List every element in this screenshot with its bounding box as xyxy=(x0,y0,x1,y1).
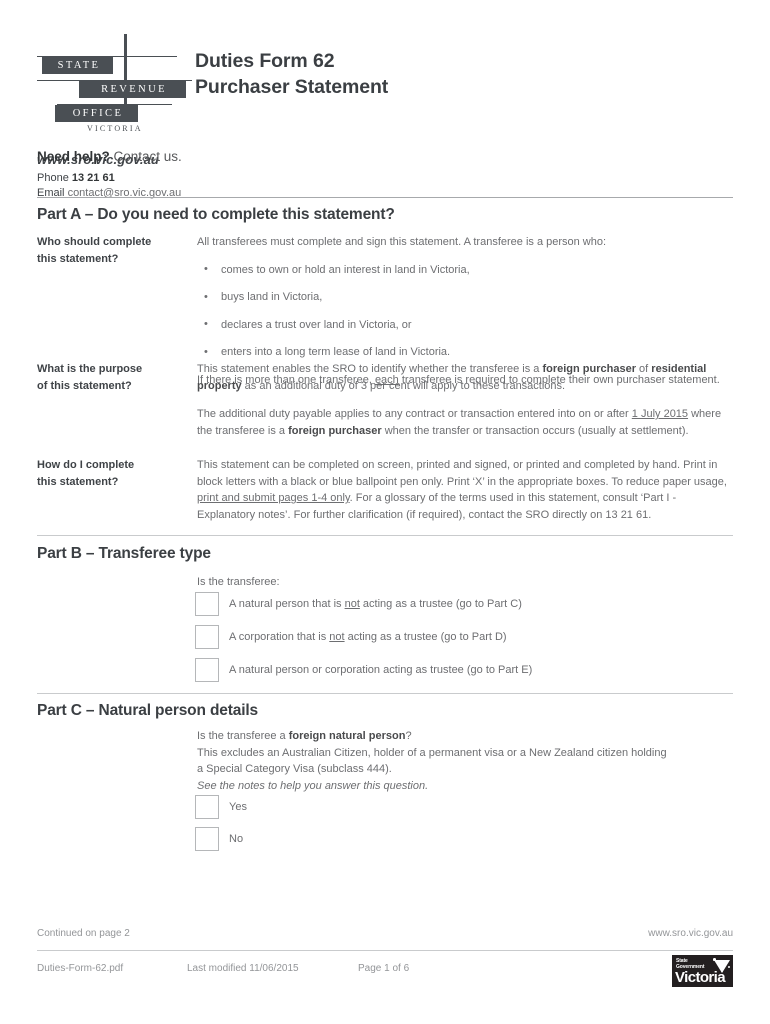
list-item: buys land in Victoria, xyxy=(197,289,733,306)
part-a-row-3-body: This statement can be completed on scree… xyxy=(197,457,733,523)
part-c-question-block: Is the transferee a foreign natural pers… xyxy=(197,728,733,794)
page-title-line-1: Duties Form 62 xyxy=(195,50,335,72)
victoria-logo-chevron xyxy=(714,960,730,973)
opt1-post: acting as a trustee (go to Part C) xyxy=(359,598,522,610)
part-b-option-1[interactable]: A natural person that is not acting as a… xyxy=(195,592,735,618)
part-a-row-2-body: This statement enables the SRO to identi… xyxy=(197,361,733,439)
divider-above-part-b xyxy=(37,535,733,536)
document-page: STATE REVENUE OFFICE VICTORIA www.sro.vi… xyxy=(0,0,770,1024)
divider-above-part-a xyxy=(37,197,733,198)
logo-word-office: OFFICE xyxy=(55,105,138,122)
footer-website[interactable]: www.sro.vic.gov.au xyxy=(0,928,733,939)
list-item: comes to own or hold an interest in land… xyxy=(197,261,733,279)
list-item: enters into a long term lease of land in… xyxy=(197,344,733,361)
logo-word-revenue: REVENUE xyxy=(79,81,186,98)
howto-a: This statement can be completed on scree… xyxy=(197,459,727,488)
need-help-heading: Need help? Contact us. xyxy=(37,148,437,166)
divider-above-part-c xyxy=(37,693,733,694)
howto-b: print and submit pages 1-4 only xyxy=(197,492,350,504)
checkbox-foreign-natural-person-yes[interactable] xyxy=(195,795,219,819)
part-c-option-yes-label: Yes xyxy=(229,801,247,813)
footer-divider xyxy=(37,950,733,951)
footer-page-number: Page 1 of 6 xyxy=(358,963,410,974)
part-a-transferee-bullet-list: comes to own or hold an interest in land… xyxy=(197,261,733,361)
pc-q-pre: Is the transferee a xyxy=(197,730,289,742)
part-a-purpose-paragraph-1: This statement enables the SRO to identi… xyxy=(197,361,733,394)
part-a-intro-text: All transferees must complete and sign t… xyxy=(197,236,607,248)
part-b-option-3[interactable]: A natural person or corporation acting a… xyxy=(195,658,735,684)
part-a-heading: Part A – Do you need to complete this st… xyxy=(37,206,395,223)
p2-e: when the transfer or transaction occurs … xyxy=(381,424,689,437)
checkbox-acting-as-trustee[interactable] xyxy=(195,658,219,682)
victoria-government-logo: State Government Victoria xyxy=(672,955,733,987)
part-c-note-line-2: a Special Category Visa (subclass 444). xyxy=(197,763,392,775)
part-b-option-2-label: A corporation that is not acting as a tr… xyxy=(229,630,507,645)
checkbox-corporation-not-trustee[interactable] xyxy=(195,625,219,649)
part-b-option-1-label: A natural person that is not acting as a… xyxy=(229,597,522,612)
part-c-italic-note-text: See the notes to help you answer this qu… xyxy=(197,779,429,792)
state-revenue-office-logo: STATE REVENUE OFFICE VICTORIA xyxy=(37,34,192,133)
part-c-option-no-label: No xyxy=(229,833,244,845)
phone-number: 13 21 61 xyxy=(71,172,115,184)
page-title: Duties Form 62 Purchaser Statement xyxy=(195,48,388,100)
p1-b: foreign purchaser xyxy=(542,363,636,375)
p2-d: foreign purchaser xyxy=(288,424,382,437)
part-a-row-1-label-line-2: this statement? xyxy=(37,252,119,265)
part-a-row-2-label-line-2: of this statement? xyxy=(37,379,132,392)
page-title-line-2: Purchaser Statement xyxy=(195,76,389,98)
part-c-heading: Part C – Natural person details xyxy=(37,702,259,719)
part-c-question: Is the transferee a foreign natural pers… xyxy=(197,728,733,745)
need-help-bold: Need help? xyxy=(37,149,110,164)
part-a-row-2-label-line-1: What is the purpose xyxy=(37,363,143,375)
part-b-question: Is the transferee: xyxy=(197,576,280,588)
phone-line: Phone 13 21 61 xyxy=(37,171,437,186)
document-header: STATE REVENUE OFFICE VICTORIA www.sro.vi… xyxy=(37,34,733,167)
p1-e: as an additional duty of 3 per cent will… xyxy=(241,379,566,392)
checkbox-foreign-natural-person-no[interactable] xyxy=(195,827,219,851)
part-a-row-3-label-line-1: How do I complete xyxy=(37,459,135,471)
part-a-row-3-label: How do I complete this statement? xyxy=(37,457,187,490)
part-a-row-3-label-line-2: this statement? xyxy=(37,475,119,488)
part-a-purpose-paragraph-2: The additional duty payable applies to a… xyxy=(197,406,733,439)
opt2-underline: not xyxy=(329,631,345,643)
part-a-row-2-label: What is the purpose of this statement? xyxy=(37,361,187,394)
part-c-note-line-1: This excludes an Australian Citizen, hol… xyxy=(197,746,667,759)
pc-q-bold: foreign natural person xyxy=(288,730,406,742)
list-item: declares a trust over land in Victoria, … xyxy=(197,316,733,334)
opt2-pre: A corporation that is xyxy=(229,631,330,643)
email-line: Email contact@sro.vic.gov.au xyxy=(37,186,437,201)
part-b-option-3-label: A natural person or corporation acting a… xyxy=(229,664,533,676)
p2-b: 1 July 2015 xyxy=(631,408,689,420)
part-a-row-1-label-line-1: Who should complete xyxy=(37,236,152,248)
p2-a: The additional duty payable applies to a… xyxy=(197,408,632,420)
pc-q-post: ? xyxy=(405,730,412,742)
part-a-row-1-label: Who should complete this statement? xyxy=(37,234,187,267)
part-c-option-yes[interactable]: Yes xyxy=(195,795,735,821)
logo-word-victoria: VICTORIA xyxy=(87,124,143,133)
contact-block: Need help? Contact us. Phone 13 21 61 Em… xyxy=(37,148,437,201)
footer-filename: Duties-Form-62.pdf xyxy=(37,963,124,974)
opt2-post: acting as a trustee (go to Part D) xyxy=(344,631,507,643)
checkbox-natural-person-not-trustee[interactable] xyxy=(195,592,219,616)
opt1-underline: not xyxy=(344,598,360,610)
need-help-rest: Contact us. xyxy=(109,149,182,164)
part-a-howto-paragraph: This statement can be completed on scree… xyxy=(197,457,733,523)
part-b-heading: Part B – Transferee type xyxy=(37,545,211,562)
part-c-italic-note: See the notes to help you answer this qu… xyxy=(197,778,733,795)
opt1-pre: A natural person that is xyxy=(229,598,345,610)
part-c-option-no[interactable]: No xyxy=(195,827,735,853)
phone-label: Phone xyxy=(37,172,72,184)
footer-last-modified: Last modified 11/06/2015 xyxy=(187,963,299,974)
logo-word-state: STATE xyxy=(42,57,113,74)
p1-a: This statement enables the SRO to identi… xyxy=(197,363,543,375)
p1-c: of xyxy=(636,363,652,375)
part-b-option-2[interactable]: A corporation that is not acting as a tr… xyxy=(195,625,735,651)
